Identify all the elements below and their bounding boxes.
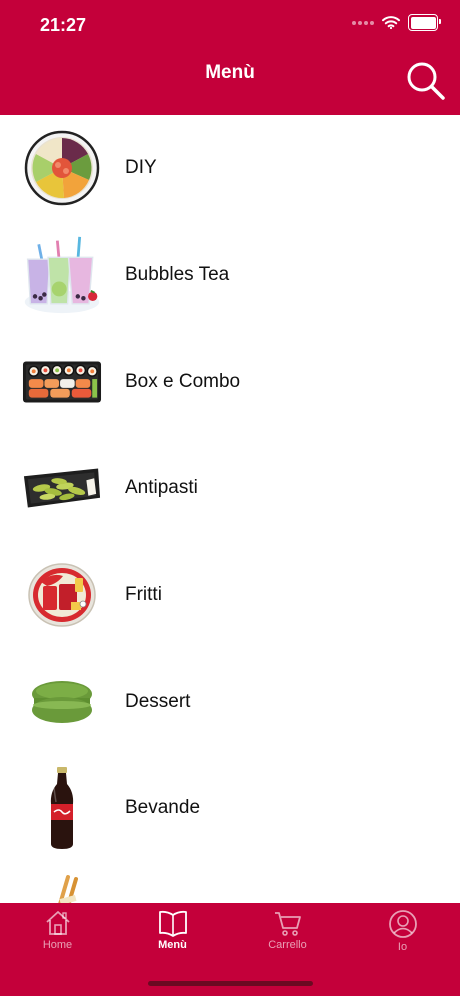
menu-item-dessert[interactable]: Dessert	[0, 648, 460, 755]
menu-item-label: Fritti	[125, 584, 162, 606]
edamame-icon	[23, 468, 101, 508]
status-icons	[352, 14, 441, 31]
tab-label: Io	[397, 941, 408, 953]
macaron-icon	[32, 680, 92, 723]
wifi-icon	[382, 16, 400, 29]
menu-category-list[interactable]: DIY Bubbles Tea Box e Combo Antipasti Fr…	[0, 115, 460, 903]
cola-bottle-icon	[50, 767, 74, 850]
menu-item-label: DIY	[125, 157, 157, 179]
menu-item-label: Dessert	[125, 690, 191, 712]
bubble-tea-icon	[24, 236, 100, 314]
menu-item-bevande[interactable]: Bevande	[0, 755, 460, 862]
menu-item-partial[interactable]	[0, 862, 460, 903]
home-icon	[45, 911, 70, 935]
sushi-box-icon	[22, 361, 102, 403]
user-icon	[388, 910, 417, 938]
tab-carrello[interactable]: Carrello	[230, 909, 345, 967]
home-indicator	[148, 981, 313, 986]
menu-item-label: Bubbles Tea	[125, 264, 230, 286]
chopsticks-icon	[58, 875, 78, 903]
menu-item-bubbles-tea[interactable]: Bubbles Tea	[0, 222, 460, 329]
book-icon	[158, 910, 187, 937]
noodle-cup-icon	[28, 563, 96, 627]
menu-item-fritti[interactable]: Fritti	[0, 542, 460, 649]
menu-item-label: Antipasti	[125, 477, 198, 499]
status-time: 21:27	[40, 15, 87, 35]
tab-label: Menù	[158, 939, 187, 951]
battery-icon	[408, 14, 441, 31]
poke-bowl-icon	[24, 131, 100, 206]
tab-label: Home	[42, 939, 73, 951]
tab-label: Carrello	[268, 939, 307, 951]
menu-item-label: Bevande	[125, 797, 201, 819]
signal-icon	[352, 20, 374, 25]
search-button[interactable]	[406, 60, 446, 102]
cart-icon	[274, 912, 301, 936]
menu-item-box-e-combo[interactable]: Box e Combo	[0, 328, 460, 435]
tab-io[interactable]: Io	[345, 909, 460, 967]
page-title: Menù	[205, 62, 255, 83]
header-bar: 21:27 Menù	[0, 0, 460, 115]
tab-menu[interactable]: Menù	[115, 909, 230, 967]
menu-item-diy[interactable]: DIY	[0, 115, 460, 222]
tab-home[interactable]: Home	[0, 909, 115, 967]
search-icon	[407, 62, 445, 100]
menu-item-label: Box e Combo	[125, 370, 241, 392]
menu-item-antipasti[interactable]: Antipasti	[0, 435, 460, 542]
